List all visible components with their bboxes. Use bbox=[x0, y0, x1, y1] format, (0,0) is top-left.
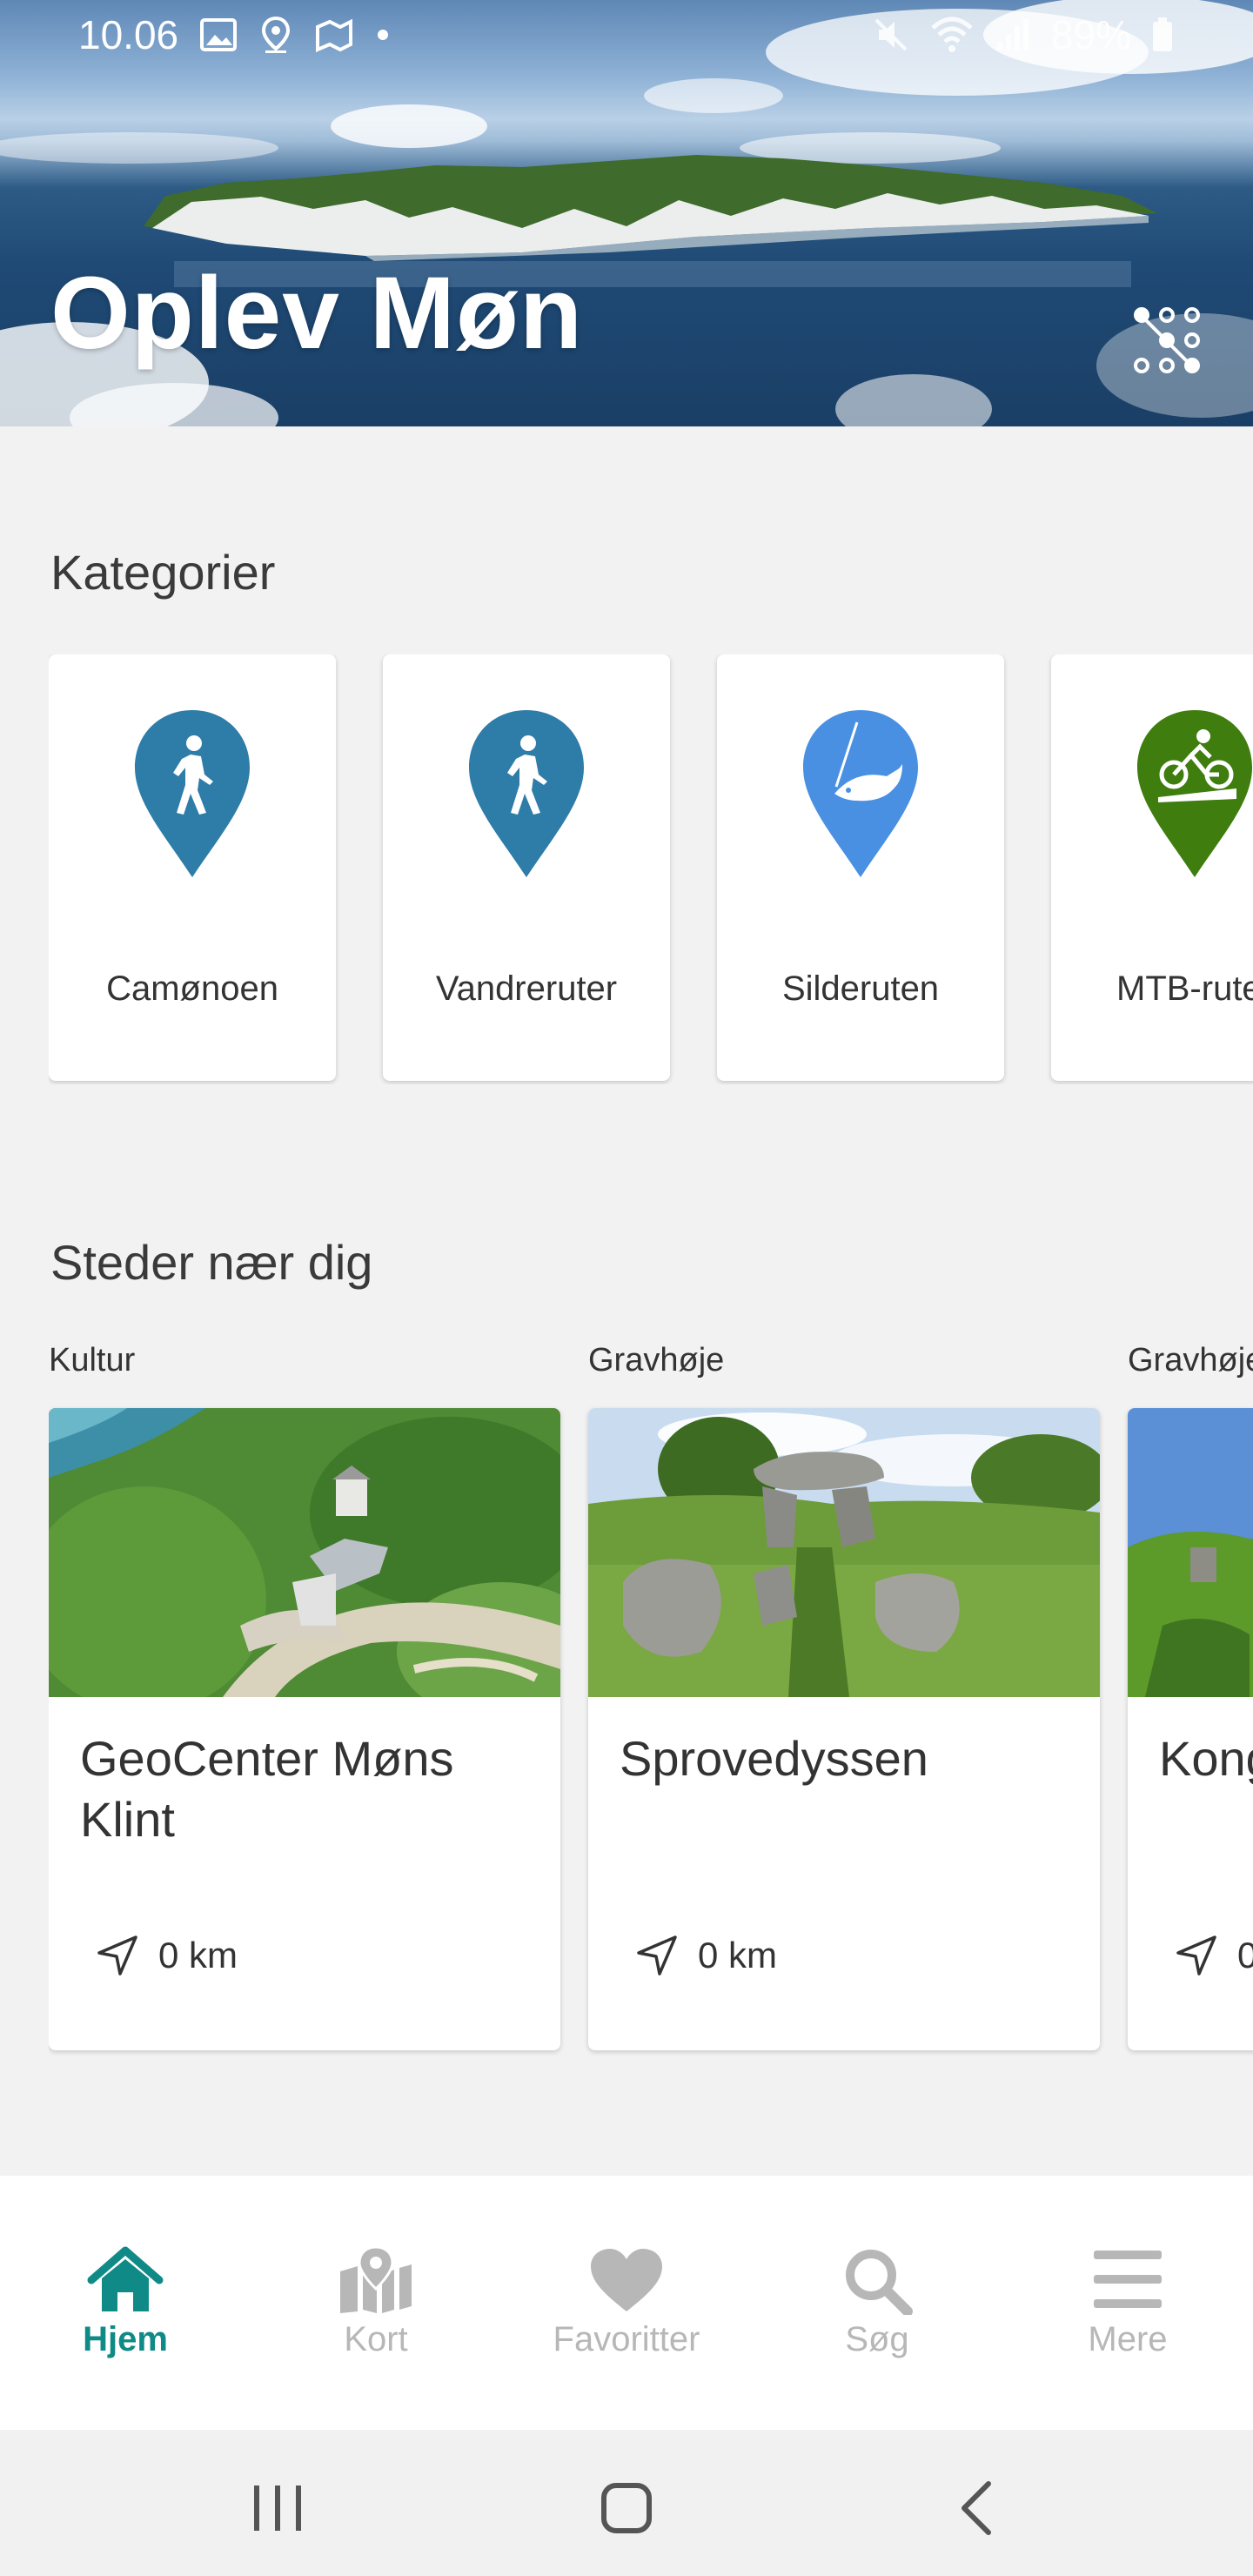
place-item-kongsdyssen[interactable]: Gravhøje Kongsdyssen 0 km bbox=[1128, 1337, 1253, 2050]
place-image bbox=[1128, 1408, 1253, 1697]
category-card-mtb-ruter[interactable]: MTB-ruter bbox=[1051, 654, 1253, 1081]
nav-item-more[interactable]: Mere bbox=[1002, 2176, 1253, 2430]
place-card[interactable]: Kongsdyssen 0 km bbox=[1128, 1408, 1253, 2050]
recent-apps-icon[interactable] bbox=[244, 2473, 313, 2543]
network-nodes-icon[interactable] bbox=[1131, 305, 1203, 376]
nav-label: Hjem bbox=[83, 2320, 168, 2358]
nav-label: Mere bbox=[1088, 2320, 1168, 2358]
dot-icon bbox=[378, 30, 389, 40]
place-name: Kongsdyssen bbox=[1159, 1731, 1253, 1786]
status-bar: 10.06 89% bbox=[0, 0, 1253, 70]
mute-icon bbox=[874, 18, 908, 51]
category-label: MTB-ruter bbox=[1116, 969, 1253, 1008]
search-icon bbox=[846, 2250, 913, 2315]
bike-pin-icon bbox=[1137, 710, 1252, 877]
place-card[interactable]: Sprovedyssen 0 km bbox=[588, 1408, 1100, 2050]
category-label: Camønoen bbox=[106, 969, 278, 1008]
distance-label: 0 km bbox=[158, 1935, 238, 1976]
battery-percent: 89% bbox=[1050, 12, 1131, 57]
categories-carousel[interactable]: Camønoen Vandreruter Silderuten MTB-rute bbox=[49, 654, 1253, 1084]
distance-label: 0 km bbox=[698, 1935, 778, 1976]
category-card-silderuten[interactable]: Silderuten bbox=[717, 654, 1004, 1081]
heart-icon bbox=[591, 2249, 662, 2311]
nearby-title: Steder nær dig bbox=[50, 1235, 373, 1290]
home-button-icon[interactable] bbox=[592, 2473, 661, 2543]
app-title: Oplev Møn bbox=[50, 256, 584, 371]
system-navigation-bar bbox=[0, 2430, 1253, 2576]
category-label: Vandreruter bbox=[435, 969, 618, 1008]
status-time: 10.06 bbox=[78, 12, 179, 57]
category-card-vandreruter[interactable]: Vandreruter bbox=[383, 654, 670, 1081]
home-icon bbox=[87, 2246, 164, 2311]
nav-item-map[interactable]: Kort bbox=[251, 2176, 501, 2430]
distance-label: 0 km bbox=[1237, 1935, 1253, 1976]
hiker-pin-icon bbox=[469, 710, 584, 877]
nav-label: Kort bbox=[344, 2320, 408, 2358]
category-label: Silderuten bbox=[781, 969, 940, 1008]
place-card[interactable]: GeoCenter Møns Klint 0 km bbox=[49, 1408, 560, 2050]
battery-icon bbox=[1153, 17, 1172, 51]
map-icon bbox=[340, 2245, 412, 2313]
place-distance: 0 km bbox=[1175, 1934, 1253, 1977]
nav-label: Favoritter bbox=[553, 2320, 700, 2358]
place-category: Gravhøje bbox=[588, 1342, 725, 1379]
place-distance: 0 km bbox=[96, 1934, 238, 1977]
categories-title: Kategorier bbox=[50, 545, 276, 600]
place-item-sprovedyssen[interactable]: Gravhøje Sprovedyssen 0 km bbox=[588, 1337, 1100, 2050]
location-icon bbox=[262, 16, 291, 53]
place-image bbox=[588, 1408, 1100, 1697]
place-name: GeoCenter Møns Klint bbox=[80, 1731, 454, 1847]
place-item-geocenter[interactable]: Kultur GeoCenter Møns Klint 0 km bbox=[49, 1337, 560, 2050]
category-card-camonoen[interactable]: Camønoen bbox=[49, 654, 336, 1081]
header-hero: 10.06 89% Oplev Møn bbox=[0, 0, 1253, 426]
gallery-icon bbox=[200, 18, 238, 51]
place-category: Gravhøje bbox=[1128, 1342, 1253, 1379]
back-icon[interactable] bbox=[943, 2473, 1013, 2543]
wifi-icon bbox=[931, 17, 973, 52]
fish-pin-icon bbox=[803, 710, 918, 877]
nav-item-search[interactable]: Søg bbox=[752, 2176, 1002, 2430]
navigation-arrow-icon bbox=[97, 1935, 137, 1976]
place-category: Kultur bbox=[49, 1342, 136, 1379]
signal-icon bbox=[996, 19, 1029, 50]
nav-item-favorites[interactable]: Favoritter bbox=[501, 2176, 752, 2430]
nav-label: Søg bbox=[845, 2320, 909, 2358]
navigation-arrow-icon bbox=[637, 1935, 677, 1976]
nav-item-home[interactable]: Hjem bbox=[0, 2176, 251, 2430]
menu-icon bbox=[1094, 2251, 1162, 2308]
place-distance: 0 km bbox=[635, 1934, 777, 1977]
map-status-icon bbox=[316, 18, 353, 53]
hiker-pin-icon bbox=[135, 710, 250, 877]
place-name: Sprovedyssen bbox=[620, 1731, 928, 1786]
nearby-carousel[interactable]: Kultur GeoCenter Møns Klint 0 km Gravhøj… bbox=[49, 1337, 1253, 2059]
bottom-navigation: Hjem Kort Favoritter Søg Mere bbox=[0, 2176, 1253, 2430]
navigation-arrow-icon bbox=[1176, 1935, 1216, 1976]
place-image bbox=[49, 1408, 560, 1697]
